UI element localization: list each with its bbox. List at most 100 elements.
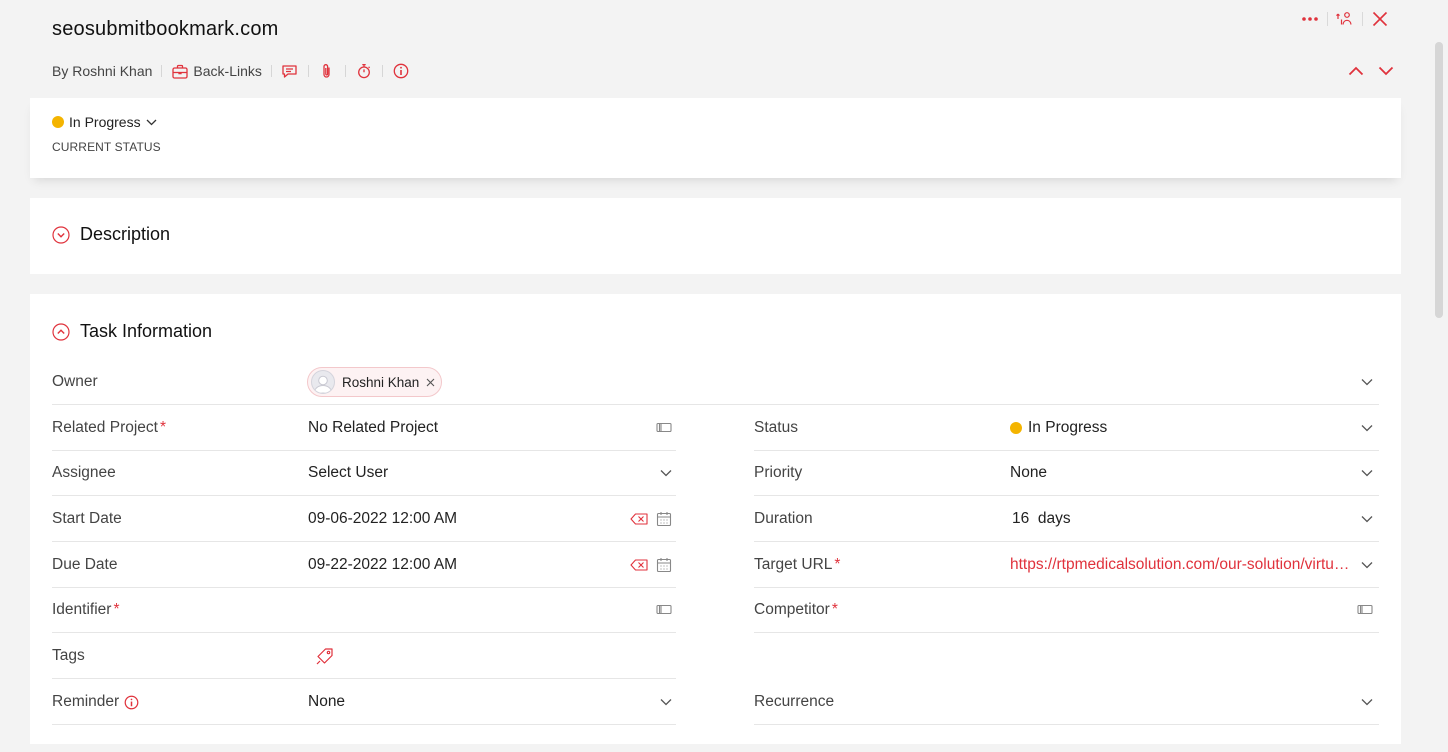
recurrence-row: Recurrence (754, 679, 1379, 725)
owner-dropdown[interactable] (1361, 359, 1373, 405)
chevron-down-icon (1361, 561, 1373, 569)
chevron-down-icon (1361, 424, 1373, 432)
chevron-down-icon (1361, 378, 1373, 386)
avatar (311, 370, 335, 394)
status-dropdown[interactable] (1361, 405, 1373, 451)
paperclip-icon[interactable] (318, 62, 336, 80)
start-date-value[interactable]: 09-06-2022 12:00 AM (308, 496, 457, 542)
chevron-up-icon[interactable] (1346, 62, 1366, 80)
divider (307, 65, 309, 77)
current-status-value: In Progress (69, 114, 141, 130)
related-project-row: Related Project * No Related Project (52, 405, 676, 451)
current-status-caption: CURRENT STATUS (52, 140, 161, 154)
priority-dropdown[interactable] (1361, 450, 1373, 496)
target-url-label: Target URL * (754, 556, 841, 573)
divider (344, 65, 346, 77)
duration-dropdown[interactable] (1361, 496, 1373, 542)
owner-value: Roshni Khan (307, 359, 443, 405)
vertical-scrollbar[interactable] (1435, 42, 1443, 318)
tasklist-label: Back-Links (193, 63, 262, 79)
description-header[interactable]: Description (52, 224, 170, 245)
reminder-value[interactable]: None (308, 679, 345, 725)
briefcase-icon (171, 62, 189, 80)
assignee-value[interactable]: Select User (308, 450, 388, 496)
description-title: Description (80, 224, 171, 244)
chevron-down-icon[interactable] (1376, 62, 1396, 80)
stopwatch-icon[interactable] (355, 62, 373, 80)
owner-chip[interactable]: Roshni Khan (307, 367, 443, 397)
competitor-row: Competitor * (754, 587, 1379, 633)
chevron-down-icon (660, 469, 672, 477)
divider (270, 65, 272, 77)
recurrence-dropdown[interactable] (1361, 679, 1373, 725)
chevron-down-icon (146, 119, 157, 126)
competitor-label: Competitor * (754, 601, 838, 618)
reminder-dropdown[interactable] (660, 679, 672, 725)
identifier-row: Identifier * (52, 587, 676, 633)
due-date-row: Due Date 09-22-2022 12:00 AM (52, 542, 676, 588)
due-date-label: Due Date (52, 556, 118, 573)
field-edit-icon[interactable] (1357, 604, 1373, 616)
chevron-down-icon (660, 698, 672, 706)
priority-row: Priority None (754, 450, 1379, 496)
assignee-label: Assignee (52, 464, 116, 481)
priority-value[interactable]: None (1010, 450, 1047, 496)
add-tag-button[interactable] (316, 633, 334, 679)
backspace-clear-icon[interactable] (630, 513, 648, 525)
remove-icon[interactable] (426, 378, 435, 387)
start-date-row: Start Date 09-06-2022 12:00 AM (52, 496, 676, 542)
task-information-section: Task Information Owner Roshni Khan Relat… (30, 294, 1401, 744)
backspace-clear-icon[interactable] (630, 559, 648, 571)
task-actions (1296, 8, 1394, 30)
field-edit-icon[interactable] (656, 604, 672, 616)
duration-value[interactable]: 16 days (1012, 496, 1071, 542)
duration-row: Duration 16 days (754, 496, 1379, 542)
calendar-icon[interactable] (656, 511, 672, 527)
priority-label: Priority (754, 464, 803, 481)
status-row: Status In Progress (754, 405, 1379, 451)
related-project-value[interactable]: No Related Project (308, 405, 438, 451)
chevron-circle-up-icon (52, 322, 70, 341)
current-status-dropdown[interactable]: In Progress (52, 114, 157, 130)
calendar-icon[interactable] (656, 557, 672, 573)
due-date-value[interactable]: 09-22-2022 12:00 AM (308, 542, 457, 588)
status-value[interactable]: In Progress (1010, 405, 1107, 451)
recurrence-label: Recurrence (754, 693, 835, 710)
chevron-down-icon (1361, 469, 1373, 477)
tags-row: Tags (52, 633, 676, 679)
chevron-circle-down-icon (52, 225, 70, 244)
divider (1327, 12, 1328, 26)
more-horizontal-icon[interactable] (1296, 8, 1324, 30)
info-icon[interactable] (392, 62, 410, 80)
identifier-label: Identifier * (52, 601, 120, 618)
status-value-text: In Progress (1028, 419, 1108, 436)
status-dot (52, 116, 64, 128)
owner-label: Owner (52, 373, 98, 390)
share-people-icon[interactable] (1331, 8, 1359, 30)
comment-icon[interactable] (281, 62, 299, 80)
info-icon[interactable] (124, 695, 139, 710)
duration-label: Duration (754, 510, 813, 527)
owner-chip-name: Roshni Khan (342, 374, 420, 390)
task-title[interactable]: seosubmitbookmark.com (52, 18, 279, 41)
reminder-row: Reminder None (52, 679, 676, 725)
target-url-row: Target URL * https://rtpmedicalsolution.c… (754, 542, 1379, 588)
related-project-label: Related Project * (52, 419, 167, 436)
field-edit-icon[interactable] (656, 422, 672, 434)
status-label: Status (754, 419, 798, 436)
tasklist-link[interactable]: Back-Links (171, 62, 262, 80)
task-information-header[interactable]: Task Information (52, 321, 212, 342)
target-url-dropdown[interactable] (1361, 542, 1373, 588)
task-author: By Roshni Khan (52, 63, 153, 79)
target-url-value: https://rtpmedicalsolution.com/our-solut… (1010, 542, 1352, 588)
owner-row: Owner Roshni Khan (52, 359, 1379, 405)
assignee-dropdown[interactable] (660, 450, 672, 496)
target-url-link[interactable]: https://rtpmedicalsolution.com/our-solut… (1010, 556, 1352, 574)
tag-icon (316, 647, 334, 665)
close-icon[interactable] (1366, 8, 1394, 30)
tags-label: Tags (52, 647, 85, 664)
reminder-label: Reminder (52, 679, 139, 725)
divider (1362, 12, 1363, 26)
task-information-title: Task Information (80, 321, 213, 341)
divider (161, 65, 163, 77)
